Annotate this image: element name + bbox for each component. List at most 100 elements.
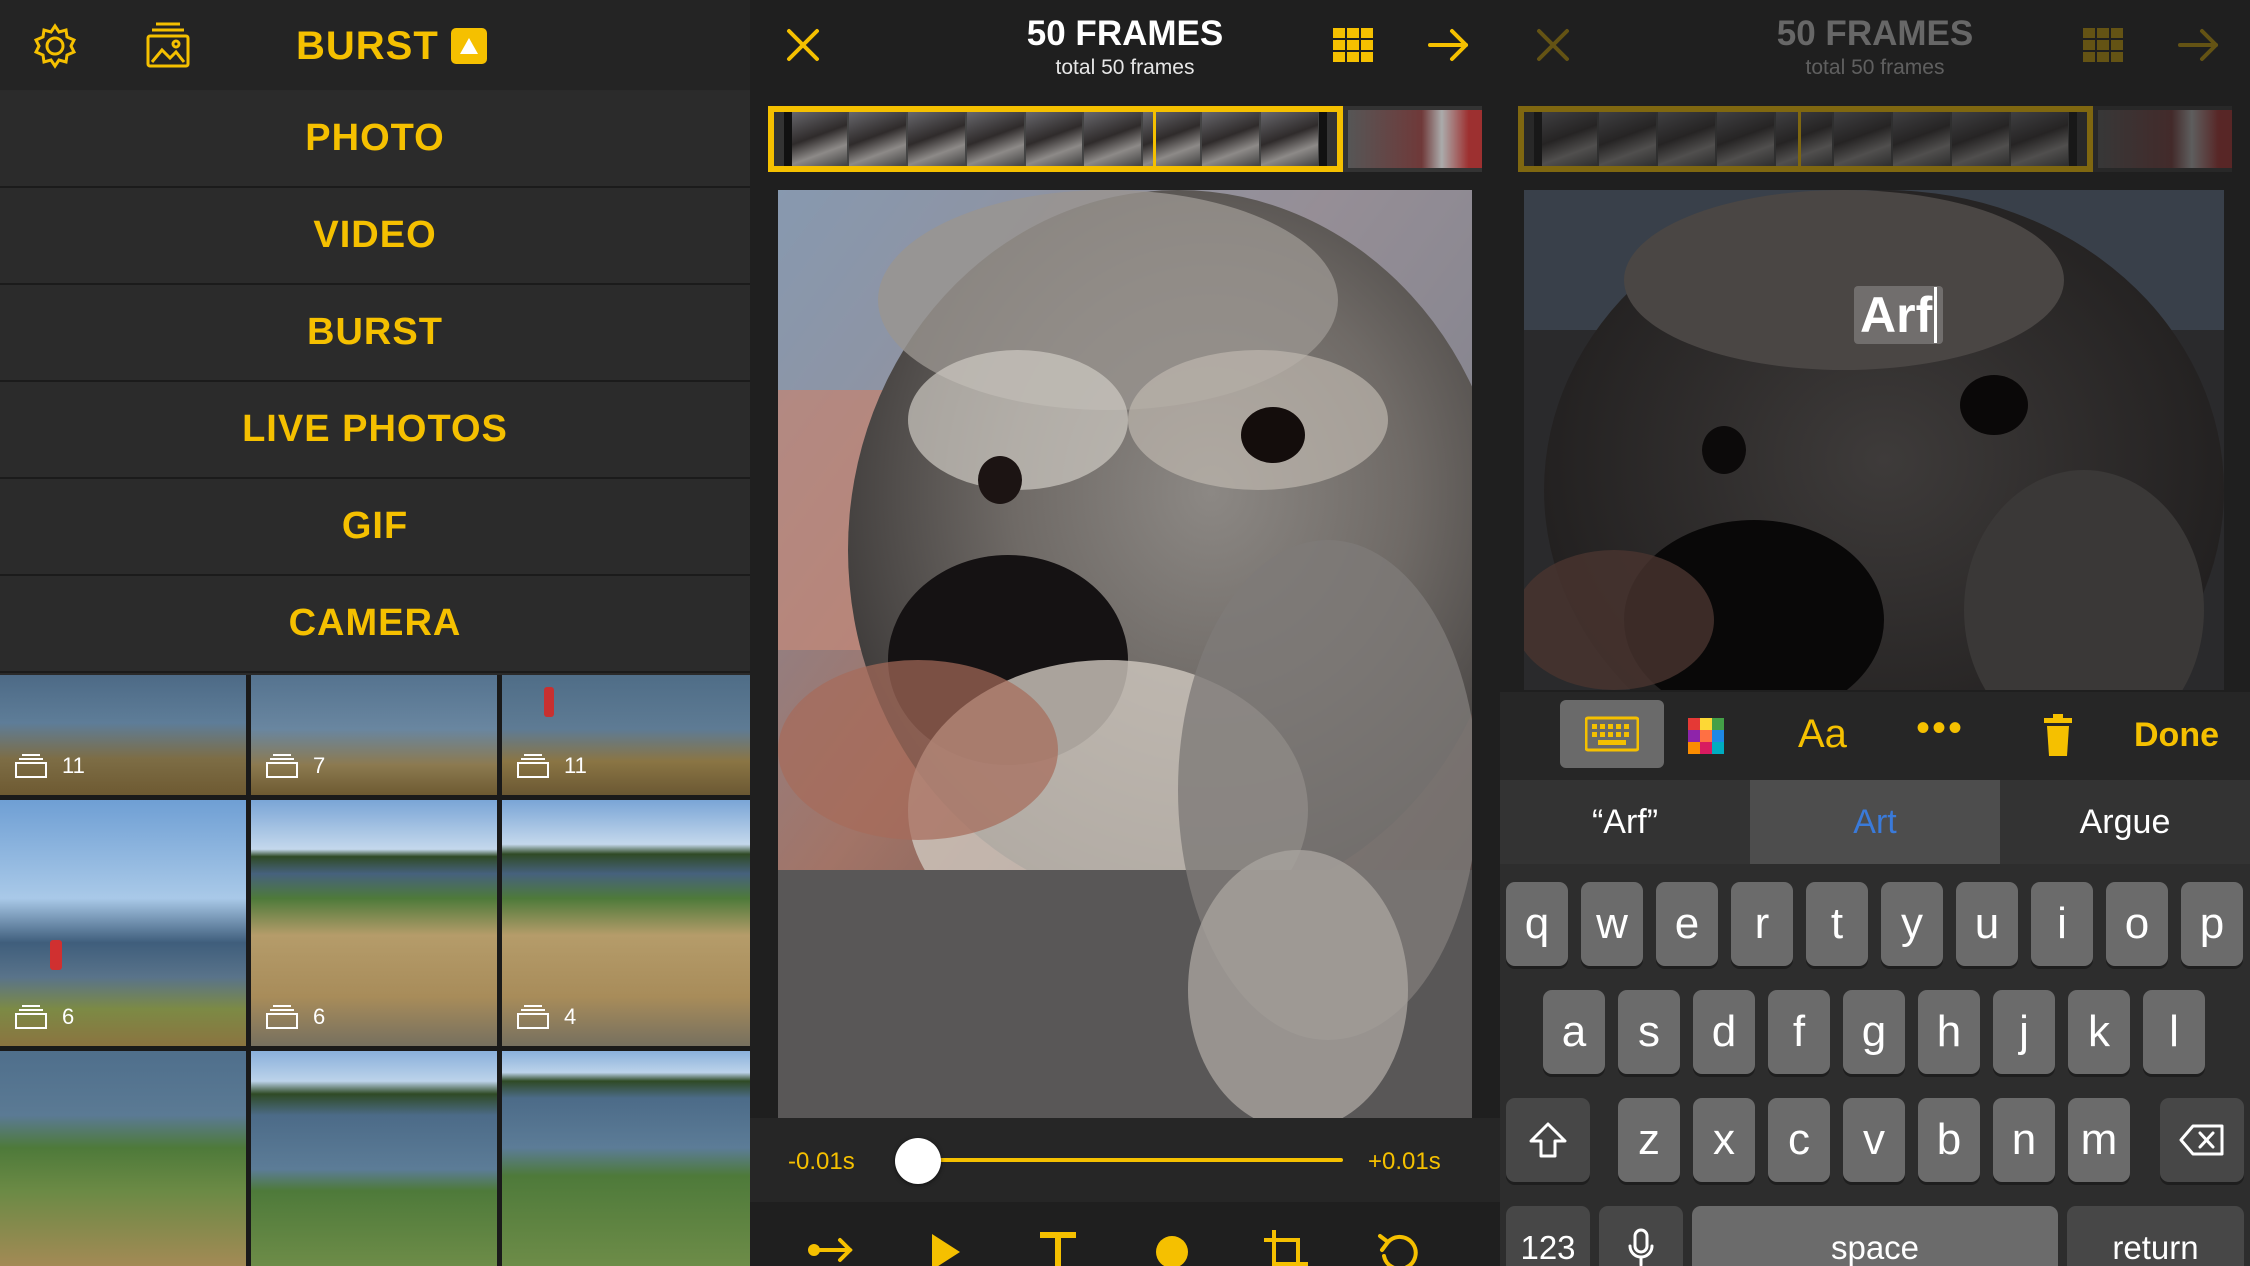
key[interactable]: y	[1881, 882, 1943, 966]
text-style-toolbar: Aa ••• Done	[1500, 692, 2250, 780]
loop-forward-icon[interactable]	[806, 1226, 858, 1266]
key[interactable]: z	[1618, 1098, 1680, 1182]
dictation-key[interactable]	[1599, 1206, 1683, 1266]
key[interactable]: m	[2068, 1098, 2130, 1182]
menu-item-burst[interactable]: BURST	[0, 285, 750, 382]
key[interactable]: s	[1618, 990, 1680, 1074]
play-icon[interactable]	[918, 1226, 970, 1266]
speed-slider-knob[interactable]	[894, 1138, 941, 1184]
key[interactable]: c	[1768, 1098, 1830, 1182]
font-button[interactable]: Aa	[1798, 712, 1847, 757]
key[interactable]: v	[1843, 1098, 1905, 1182]
range-end-handle[interactable]	[2069, 112, 2077, 166]
frame-preview-image	[778, 190, 1472, 1118]
key[interactable]: r	[1731, 882, 1793, 966]
suggestion-alt[interactable]: Argue	[2000, 780, 2250, 864]
speed-slider-track[interactable]	[900, 1158, 1343, 1162]
home-header: BURST	[0, 0, 750, 90]
key[interactable]: i	[2031, 882, 2093, 966]
key[interactable]: w	[1581, 882, 1643, 966]
unselected-frames	[1348, 110, 1482, 168]
more-options-button[interactable]: •••	[1916, 706, 1964, 751]
key[interactable]: q	[1506, 882, 1568, 966]
key[interactable]: l	[2143, 990, 2205, 1074]
key[interactable]: p	[2181, 882, 2243, 966]
menu-item-photo[interactable]: PHOTO	[0, 91, 750, 188]
key[interactable]: h	[1918, 990, 1980, 1074]
frame-strip[interactable]	[768, 106, 1482, 172]
trash-icon[interactable]	[2040, 714, 2076, 756]
key[interactable]: g	[1843, 990, 1905, 1074]
range-start-handle[interactable]	[1534, 112, 1542, 166]
key[interactable]: j	[1993, 990, 2055, 1074]
next-arrow-icon[interactable]	[2176, 22, 2222, 68]
next-arrow-icon[interactable]	[1426, 22, 1472, 68]
burst-thumbnail[interactable]: 6	[0, 800, 246, 1046]
key[interactable]: d	[1693, 990, 1755, 1074]
burst-count: 11	[14, 753, 85, 779]
color-palette-icon[interactable]	[1688, 718, 1724, 754]
suggestion-primary[interactable]: Art	[1750, 780, 2000, 864]
keyboard-toggle-button[interactable]	[1560, 700, 1664, 768]
frames-title: 50 FRAMES	[1776, 14, 1974, 53]
crop-icon[interactable]	[1260, 1226, 1312, 1266]
key[interactable]: k	[2068, 990, 2130, 1074]
frame-selection-range[interactable]	[1518, 106, 2093, 172]
menu-item-live-photos[interactable]: LIVE PHOTOS	[0, 382, 750, 479]
settings-gear-icon[interactable]	[27, 18, 83, 74]
burst-thumbnail[interactable]	[0, 1051, 246, 1266]
key[interactable]: f	[1768, 990, 1830, 1074]
color-dot-icon[interactable]	[1146, 1226, 1198, 1266]
key[interactable]: n	[1993, 1098, 2055, 1182]
burst-thumbnail[interactable]: 7	[251, 675, 497, 795]
burst-thumbnail[interactable]	[251, 1051, 497, 1266]
menu-item-camera[interactable]: CAMERA	[0, 576, 750, 673]
stack-icon	[15, 754, 47, 778]
text-editor-panel: 50 FRAMES total 50 frames Arf Aa ••• Don…	[1500, 0, 2250, 1266]
burst-thumbnail[interactable]: 11	[0, 675, 246, 795]
range-end-handle[interactable]	[1319, 112, 1327, 166]
key[interactable]: a	[1543, 990, 1605, 1074]
stack-icon	[517, 1005, 549, 1029]
key[interactable]: t	[1806, 882, 1868, 966]
return-key[interactable]: return	[2067, 1206, 2244, 1266]
app-title[interactable]: BURST	[296, 22, 487, 70]
burst-thumbnail[interactable]: 11	[502, 675, 750, 795]
text-caret	[1934, 287, 1938, 343]
undo-icon[interactable]	[1374, 1226, 1426, 1266]
burst-thumbnail[interactable]	[502, 1051, 750, 1266]
grid-view-icon[interactable]	[2080, 22, 2126, 68]
playhead[interactable]	[1153, 112, 1156, 166]
microphone-icon	[1628, 1228, 1654, 1266]
menu-item-gif[interactable]: GIF	[0, 479, 750, 576]
burst-thumbnail[interactable]: 4	[502, 800, 750, 1046]
frame-editor-panel: 50 FRAMES total 50 frames -0.01s +0.01s	[750, 0, 1500, 1266]
playhead[interactable]	[1798, 112, 1801, 166]
done-button[interactable]: Done	[2134, 716, 2219, 755]
suggestion-quoted[interactable]: “Arf”	[1500, 780, 1750, 864]
text-icon[interactable]	[1032, 1226, 1084, 1266]
key[interactable]: b	[1918, 1098, 1980, 1182]
key[interactable]: e	[1656, 882, 1718, 966]
shift-key[interactable]	[1506, 1098, 1590, 1182]
grid-view-icon[interactable]	[1330, 22, 1376, 68]
menu-item-video[interactable]: VIDEO	[0, 188, 750, 285]
burst-thumbnail[interactable]: 6	[251, 800, 497, 1046]
text-overlay[interactable]: Arf	[1854, 286, 1944, 344]
space-key[interactable]: space	[1692, 1206, 2058, 1266]
burst-count-value: 6	[62, 1004, 75, 1029]
frame-strip[interactable]	[1518, 106, 2232, 172]
backspace-key[interactable]	[2160, 1098, 2244, 1182]
key[interactable]: u	[1956, 882, 2018, 966]
text-overlay-value: Arf	[1860, 287, 1933, 343]
numbers-key[interactable]: 123	[1506, 1206, 1590, 1266]
album-library-icon[interactable]	[140, 18, 196, 74]
frame-selection-range[interactable]	[768, 106, 1343, 172]
backspace-icon	[2179, 1124, 2224, 1156]
burst-thumbnail-grid: 11 7 11 6 6 4	[0, 675, 750, 1266]
frames-subtitle: total 50 frames	[1805, 56, 1945, 79]
dropdown-triangle-icon	[450, 28, 487, 64]
range-start-handle[interactable]	[784, 112, 792, 166]
key[interactable]: x	[1693, 1098, 1755, 1182]
key[interactable]: o	[2106, 882, 2168, 966]
